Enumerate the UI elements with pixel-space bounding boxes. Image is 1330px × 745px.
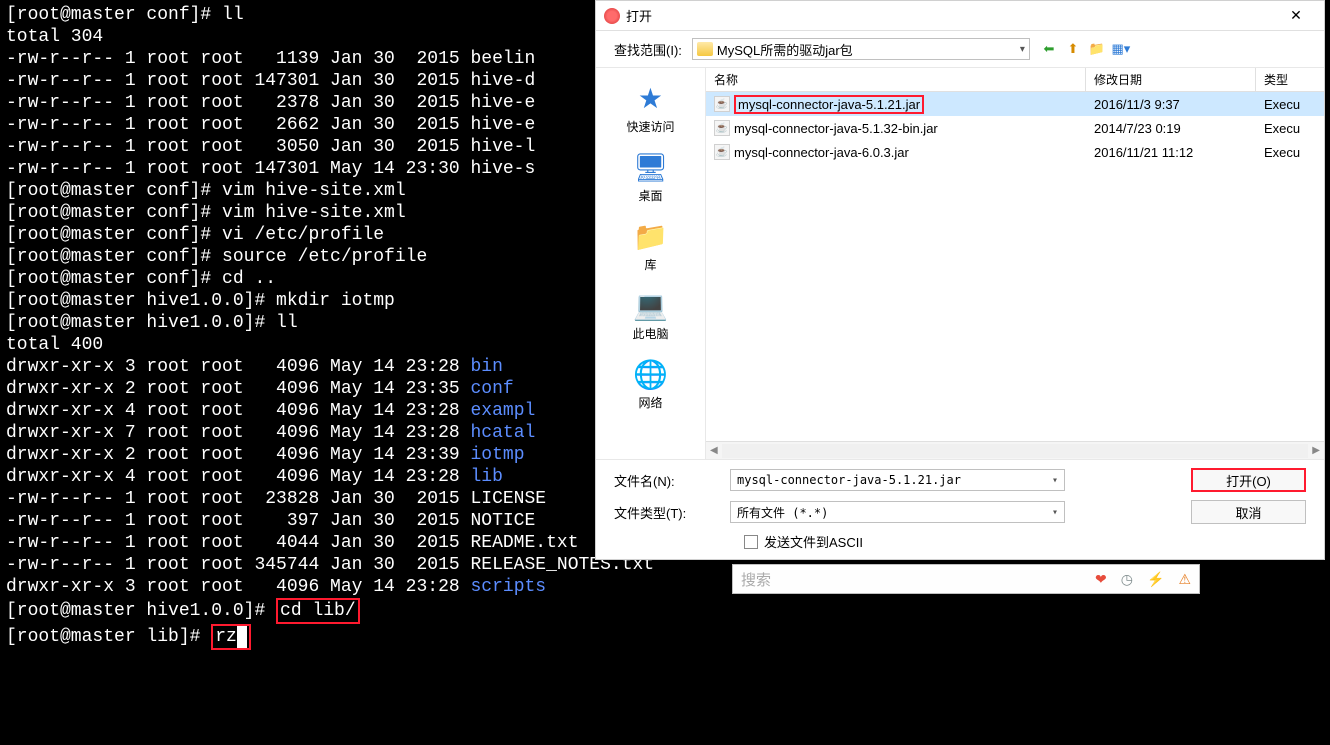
place-label: 快速访问 bbox=[626, 118, 674, 135]
libraries-icon: 📁 bbox=[633, 218, 669, 254]
search-placeholder: 搜索 bbox=[741, 569, 1095, 590]
folder-icon bbox=[697, 42, 713, 56]
scroll-track[interactable] bbox=[722, 444, 1309, 458]
file-date: 2016/11/21 11:12 bbox=[1086, 145, 1256, 160]
place-label: 此电脑 bbox=[632, 325, 668, 342]
open-button[interactable]: 打开(O) bbox=[1191, 468, 1306, 492]
java-icon: ☕ bbox=[714, 120, 730, 136]
horizontal-scrollbar[interactable]: ◀ ▶ bbox=[706, 441, 1324, 459]
up-icon[interactable]: ⬆ bbox=[1064, 40, 1082, 58]
place-this-pc[interactable]: 💻 此电脑 bbox=[632, 287, 668, 342]
filename-label: 文件名(N): bbox=[614, 471, 714, 490]
file-row[interactable]: ☕mysql-connector-java-5.1.21.jar 2016/11/… bbox=[706, 92, 1324, 116]
chevron-down-icon: ▾ bbox=[1052, 507, 1058, 518]
toolbar-icons: ⬅ ⬆ 📁 ▦▾ bbox=[1040, 40, 1130, 58]
this-pc-icon: 💻 bbox=[632, 287, 668, 323]
file-open-dialog: 打开 ✕ 查找范围(I): MySQL所需的驱动jar包 ▾ ⬅ ⬆ 📁 ▦▾ … bbox=[595, 0, 1325, 560]
place-libraries[interactable]: 📁库 bbox=[633, 218, 669, 273]
filetype-value: 所有文件 (*.*) bbox=[737, 504, 828, 521]
ascii-label: 发送文件到ASCII bbox=[764, 532, 863, 551]
filename-value: mysql-connector-java-5.1.21.jar bbox=[737, 473, 961, 487]
dialog-body: ★快速访问🖥桌面📁库💻此电脑🌐网络 名称 修改日期 类型 ☕mysql-conn… bbox=[596, 67, 1324, 460]
heart-icon[interactable]: ❤ bbox=[1095, 571, 1107, 588]
cancel-button[interactable]: 取消 bbox=[1191, 500, 1306, 524]
place-network[interactable]: 🌐 网络 bbox=[633, 356, 669, 411]
filename-input[interactable]: mysql-connector-java-5.1.21.jar ▾ bbox=[730, 469, 1065, 491]
dialog-bottom: 文件名(N): mysql-connector-java-5.1.21.jar … bbox=[596, 460, 1324, 559]
file-list[interactable]: ☕mysql-connector-java-5.1.21.jar2016/11/… bbox=[706, 92, 1324, 441]
file-type: Execu bbox=[1256, 121, 1324, 136]
place-label: 桌面 bbox=[638, 187, 662, 204]
view-icon[interactable]: ▦▾ bbox=[1112, 40, 1130, 58]
file-name: mysql-connector-java-6.0.3.jar bbox=[734, 145, 909, 160]
new-folder-icon[interactable]: 📁 bbox=[1088, 40, 1106, 58]
clock-icon[interactable]: ◷ bbox=[1121, 571, 1133, 588]
app-icon bbox=[604, 8, 620, 24]
close-button[interactable]: ✕ bbox=[1276, 4, 1316, 28]
place-label: 网络 bbox=[638, 394, 662, 411]
chevron-down-icon: ▾ bbox=[1020, 44, 1025, 55]
network-icon: 🌐 bbox=[633, 356, 669, 392]
places-sidebar: ★快速访问🖥桌面📁库💻此电脑🌐网络 bbox=[596, 68, 706, 459]
file-type: Execu bbox=[1256, 145, 1324, 160]
bolt-icon[interactable]: ⚡ bbox=[1147, 571, 1164, 588]
file-list-header: 名称 修改日期 类型 bbox=[706, 68, 1324, 92]
file-date: 2014/7/23 0:19 bbox=[1086, 121, 1256, 136]
scroll-right-icon[interactable]: ▶ bbox=[1312, 445, 1320, 456]
checkbox-icon[interactable] bbox=[744, 535, 758, 549]
filetype-label: 文件类型(T): bbox=[614, 503, 714, 522]
chevron-down-icon: ▾ bbox=[1052, 475, 1058, 486]
filetype-combo[interactable]: 所有文件 (*.*) ▾ bbox=[730, 501, 1065, 523]
search-bar-icons: ❤ ◷ ⚡ ⚠ bbox=[1095, 571, 1191, 588]
file-date: 2016/11/3 9:37 bbox=[1086, 97, 1256, 112]
scroll-left-icon[interactable]: ◀ bbox=[710, 445, 718, 456]
file-name: mysql-connector-java-5.1.32-bin.jar bbox=[734, 121, 938, 136]
java-icon: ☕ bbox=[714, 144, 730, 160]
back-icon[interactable]: ⬅ bbox=[1040, 40, 1058, 58]
file-name: mysql-connector-java-5.1.21.jar bbox=[734, 95, 924, 114]
file-pane: 名称 修改日期 类型 ☕mysql-connector-java-5.1.21.… bbox=[706, 68, 1324, 459]
col-header-date[interactable]: 修改日期 bbox=[1086, 68, 1256, 91]
lookup-value: MySQL所需的驱动jar包 bbox=[717, 40, 853, 59]
java-icon: ☕ bbox=[714, 96, 730, 112]
desktop-icon: 🖥 bbox=[633, 149, 669, 185]
place-quick-access[interactable]: ★ 快速访问 bbox=[626, 80, 674, 135]
col-header-type[interactable]: 类型 bbox=[1256, 68, 1324, 91]
dialog-title: 打开 bbox=[626, 6, 1276, 25]
ascii-checkbox-row[interactable]: 发送文件到ASCII bbox=[614, 532, 1306, 551]
warning-icon[interactable]: ⚠ bbox=[1178, 571, 1191, 588]
dialog-toolbar: 查找范围(I): MySQL所需的驱动jar包 ▾ ⬅ ⬆ 📁 ▦▾ bbox=[596, 31, 1324, 67]
file-row[interactable]: ☕ mysql-connector-java-5.1.32-bin.jar 2014… bbox=[706, 116, 1324, 140]
col-header-name[interactable]: 名称 bbox=[706, 68, 1086, 91]
file-row[interactable]: ☕ mysql-connector-java-6.0.3.jar 2016/11/2… bbox=[706, 140, 1324, 164]
place-desktop[interactable]: 🖥 桌面 bbox=[633, 149, 669, 204]
quick-access-icon: ★ bbox=[632, 80, 668, 116]
dialog-titlebar[interactable]: 打开 ✕ bbox=[596, 1, 1324, 31]
lookup-label: 查找范围(I): bbox=[614, 40, 682, 59]
place-label: 库 bbox=[644, 256, 656, 273]
search-bar[interactable]: 搜索 ❤ ◷ ⚡ ⚠ bbox=[732, 564, 1200, 594]
lookup-combo[interactable]: MySQL所需的驱动jar包 ▾ bbox=[692, 38, 1030, 60]
file-type: Execu bbox=[1256, 97, 1324, 112]
